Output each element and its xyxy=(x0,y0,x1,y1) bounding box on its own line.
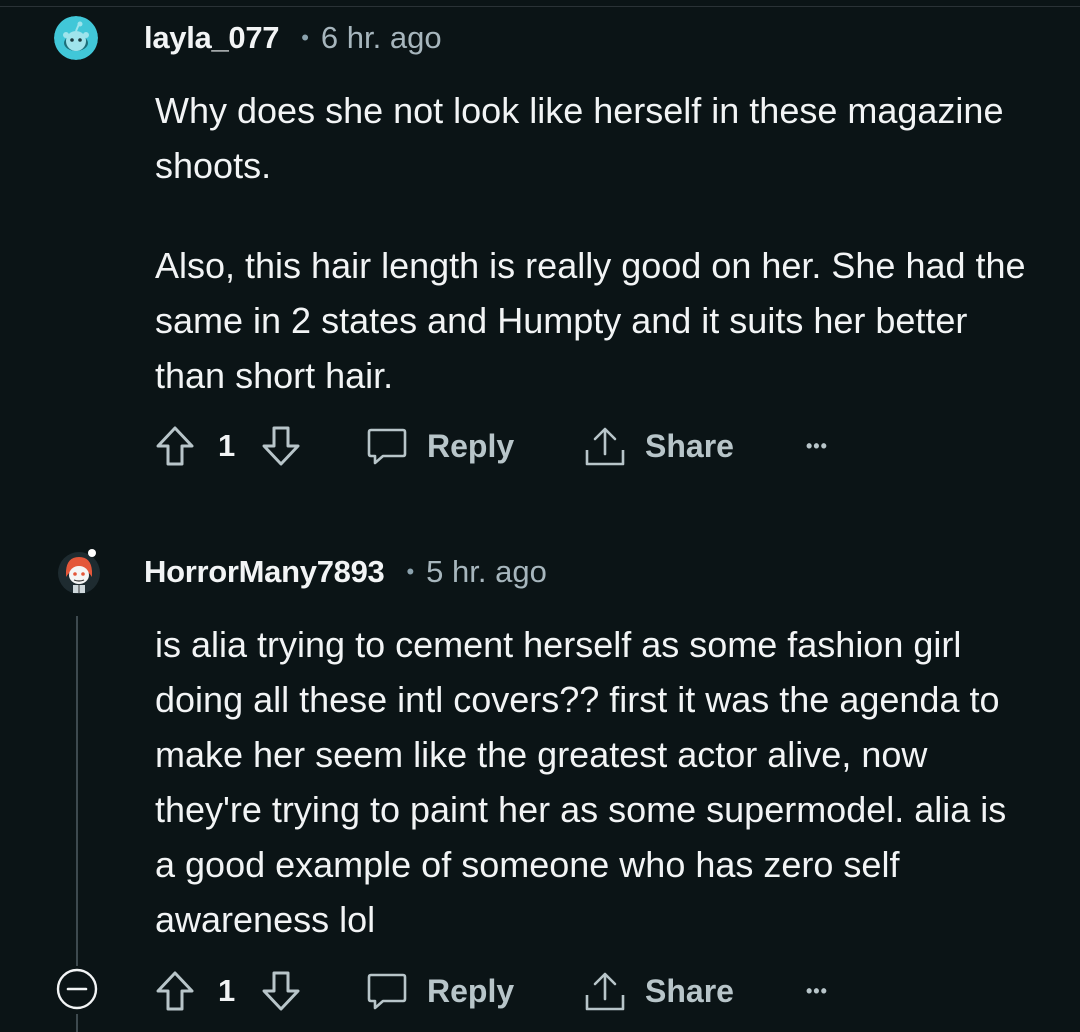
share-icon xyxy=(585,972,625,1011)
reply-button[interactable]: Reply xyxy=(365,963,514,1019)
more-options-icon: ••• xyxy=(806,435,828,456)
reply-label: Reply xyxy=(427,427,515,464)
thread-line[interactable] xyxy=(76,1014,78,1032)
share-icon xyxy=(585,427,625,466)
comment-bubble-icon xyxy=(367,973,407,1010)
downvote-button[interactable] xyxy=(260,963,302,1019)
separator-dot: • xyxy=(406,559,415,584)
downvote-arrow-icon xyxy=(262,426,300,466)
comment-body: Why does she not look like herself in th… xyxy=(155,83,1035,403)
snoo-red-hair-avatar-icon xyxy=(58,549,100,594)
username[interactable]: HorrorMany7893 xyxy=(144,554,385,590)
avatar[interactable] xyxy=(57,549,101,594)
comment-paragraph: Why does she not look like herself in th… xyxy=(155,90,1004,186)
comment-meta: layla_077 • 6 hr. ago xyxy=(144,20,442,56)
more-options-button[interactable]: ••• xyxy=(806,418,828,474)
upvote-button[interactable] xyxy=(154,418,196,474)
upvote-arrow-icon xyxy=(156,971,194,1011)
upvote-arrow-icon xyxy=(156,426,194,466)
upvote-button[interactable] xyxy=(154,963,196,1019)
top-divider xyxy=(0,6,1080,7)
share-label: Share xyxy=(645,427,734,464)
timestamp: 6 hr. ago xyxy=(320,20,442,55)
reply-button[interactable]: Reply xyxy=(365,418,514,474)
thread-line[interactable] xyxy=(76,616,78,966)
comment-meta: HorrorMany7893 • 5 hr. ago xyxy=(144,554,547,590)
comment-actions: 1 Reply Share ••• xyxy=(150,418,870,474)
snoo-avatar-icon xyxy=(54,16,98,60)
vote-count: 1 xyxy=(218,973,236,1008)
downvote-arrow-icon xyxy=(262,971,300,1011)
reply-label: Reply xyxy=(427,972,515,1009)
downvote-button[interactable] xyxy=(260,418,302,474)
more-options-icon: ••• xyxy=(806,980,828,1001)
timestamp: 5 hr. ago xyxy=(426,554,547,589)
username[interactable]: layla_077 xyxy=(144,20,280,56)
collapse-minus-icon xyxy=(56,968,98,1010)
avatar[interactable] xyxy=(54,16,98,60)
separator-dot: • xyxy=(301,25,309,50)
collapse-thread-button[interactable] xyxy=(55,967,99,1011)
comment-paragraph: is alia trying to cement herself as some… xyxy=(155,624,1007,940)
share-button[interactable]: Share xyxy=(583,418,734,474)
share-label: Share xyxy=(645,972,734,1009)
vote-count: 1 xyxy=(218,428,236,463)
more-options-button[interactable]: ••• xyxy=(806,963,828,1019)
comment-actions: 1 Reply Share ••• xyxy=(150,963,870,1019)
comment-body: is alia trying to cement herself as some… xyxy=(155,617,1035,947)
share-button[interactable]: Share xyxy=(583,963,734,1019)
comment-bubble-icon xyxy=(367,428,407,465)
comment-paragraph: Also, this hair length is really good on… xyxy=(155,245,1026,396)
